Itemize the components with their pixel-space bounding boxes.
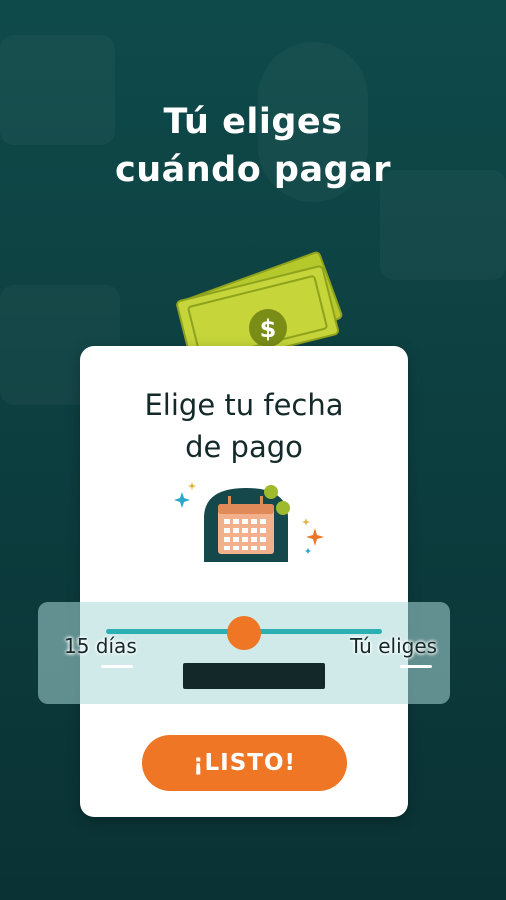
slider-max-label: Tú eliges [350, 634, 438, 658]
slider-tick-right [400, 665, 432, 668]
sparkle-icon [174, 482, 196, 508]
money-bills-icon: $ [176, 251, 343, 360]
slider-tick-left [101, 665, 133, 668]
slider-thumb[interactable] [227, 616, 261, 650]
calendar-icon [174, 482, 324, 562]
svg-text:$: $ [260, 315, 277, 343]
done-button[interactable]: ¡LISTO! [142, 735, 347, 791]
headline-line-2: cuándo pagar [114, 150, 392, 190]
card-title: Elige tu fecha de pago [80, 384, 408, 468]
headline: Tú eliges cuándo pagar [0, 98, 506, 194]
headline-line-1: Tú eliges [163, 102, 343, 142]
card-title-line-1: Elige tu fecha [144, 388, 344, 422]
slider-min-label: 15 días [64, 634, 137, 658]
card-title-line-2: de pago [185, 430, 303, 464]
slider-value-box [183, 663, 325, 689]
